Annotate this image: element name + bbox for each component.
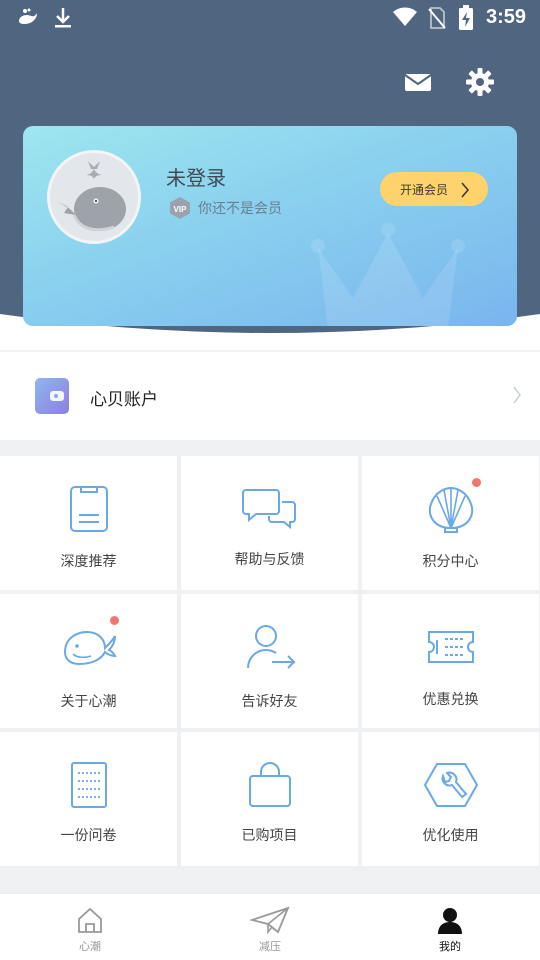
grid-item-label: 优化使用 — [422, 828, 479, 844]
grid-item-label: 积分中心 — [422, 554, 479, 570]
avatar[interactable] — [47, 150, 141, 244]
tab-relax[interactable]: 减压 — [180, 894, 360, 960]
status-time: 3:59 — [485, 6, 526, 28]
grid-item-help-feedback[interactable]: 帮助与反馈 — [181, 456, 358, 590]
bottom-tab-bar: 心潮 减压 我的 — [0, 893, 540, 960]
open-vip-label: 开通会员 — [400, 182, 449, 197]
chat-bubbles-icon — [241, 489, 296, 530]
grid-item-purchased[interactable]: 已购项目 — [181, 732, 358, 866]
no-sim-icon — [428, 7, 446, 29]
grid-item-label: 已购项目 — [241, 828, 298, 844]
ticket-icon — [427, 631, 474, 663]
shell-icon — [428, 486, 473, 533]
open-vip-button[interactable]: 开通会员 — [380, 172, 488, 206]
grid-item-survey[interactable]: 一份问卷 — [0, 732, 177, 866]
whale-icon — [63, 630, 117, 666]
tab-label: 心潮 — [79, 940, 101, 953]
tab-mine[interactable]: 我的 — [360, 894, 540, 960]
user-icon — [438, 908, 462, 934]
tab-label: 我的 — [439, 940, 461, 953]
notification-dot — [110, 616, 119, 625]
vip-badge-text: VIP — [174, 205, 188, 214]
wrench-icon — [423, 763, 478, 807]
account-row[interactable]: 心贝账户 — [0, 352, 540, 440]
whale-avatar-icon — [56, 161, 126, 232]
grid-item-label: 关于心潮 — [60, 694, 117, 710]
survey-icon — [70, 762, 107, 808]
crown-watermark-icon — [311, 223, 465, 326]
notification-dot — [472, 478, 481, 487]
grid-item-deep-recommend[interactable]: 深度推荐 — [0, 456, 177, 590]
whale-app-icon — [19, 8, 37, 24]
clipboard-icon — [69, 486, 108, 532]
settings-gear-icon[interactable] — [462, 64, 498, 100]
battery-charging-icon — [459, 5, 473, 30]
grid-item-coupon-exchange[interactable]: 优惠兑换 — [362, 594, 539, 728]
grid-item-points-center[interactable]: 积分中心 — [362, 456, 539, 590]
chevron-right-icon — [513, 386, 521, 404]
grid-item-label: 帮助与反馈 — [234, 552, 305, 568]
vip-badge-icon: VIP — [170, 197, 190, 219]
grid-item-tell-friends[interactable]: 告诉好友 — [181, 594, 358, 728]
grid-item-label: 优惠兑换 — [422, 692, 479, 708]
grid-item-label: 深度推荐 — [60, 554, 117, 570]
grid-item-label: 告诉好友 — [241, 694, 298, 710]
home-icon — [78, 907, 102, 933]
wifi-icon — [393, 7, 417, 26]
paper-plane-icon — [250, 906, 290, 934]
wallet-icon — [35, 378, 69, 414]
chevron-right-icon — [461, 182, 470, 198]
shopping-bag-icon — [248, 762, 291, 807]
grid-item-about[interactable]: 关于心潮 — [0, 594, 177, 728]
grid-item-label: 一份问卷 — [60, 828, 117, 844]
download-icon — [55, 8, 71, 28]
tab-label: 减压 — [259, 940, 281, 953]
vip-status: 你还不是会员 — [198, 201, 282, 217]
share-user-icon — [246, 625, 295, 669]
account-label: 心贝账户 — [90, 390, 158, 410]
profile-card[interactable]: 未登录 VIP 你还不是会员 开通会员 — [23, 126, 517, 326]
username[interactable]: 未登录 — [166, 162, 226, 191]
tab-home[interactable]: 心潮 — [0, 894, 180, 960]
mail-icon[interactable] — [400, 64, 436, 100]
status-bar: 3:59 — [0, 0, 540, 36]
grid-item-optimize[interactable]: 优化使用 — [362, 732, 539, 866]
